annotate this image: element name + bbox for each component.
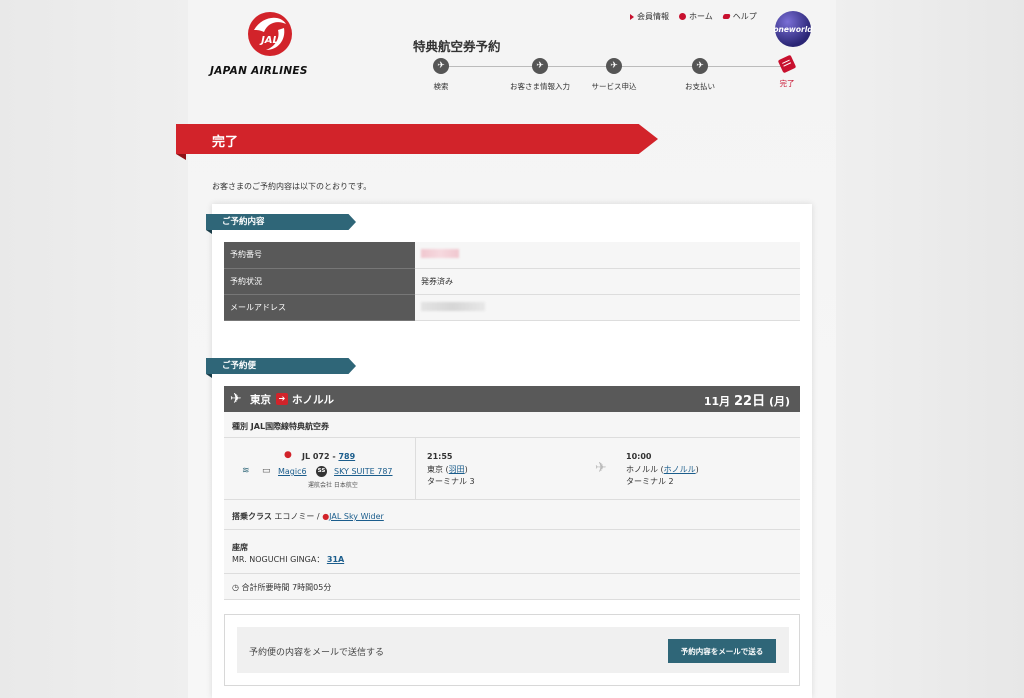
home-icon — [679, 13, 686, 20]
logo-mark: JAL — [259, 35, 279, 46]
duration: 合計所要時間 7時間05分 — [241, 583, 332, 592]
home-link[interactable]: ホーム — [679, 11, 713, 22]
ticket-icon — [777, 54, 797, 74]
triangle-icon — [630, 13, 634, 20]
redacted-value — [421, 249, 459, 259]
reservation-number-value — [415, 242, 800, 269]
step-service: ✈ サービス申込 — [574, 56, 654, 92]
row-key: 予約状況 — [224, 268, 415, 295]
departure-terminal: ターミナル 3 — [427, 477, 475, 486]
flight-details: 種別 JAL国際線特典航空券 ● JL 072 - 789 ≋ ▭ Magic6… — [224, 412, 800, 600]
arrival-city: ホノルル (ホノルル) — [626, 465, 699, 474]
jal-logo[interactable]: JAL JAPAN AIRLINES — [210, 10, 330, 77]
mail-section: 予約便の内容をメールで送信する 予約内容をメールで送る — [224, 614, 800, 686]
flight-section-title: ご予約便 — [206, 358, 356, 374]
departure-time: 21:55 — [427, 452, 453, 461]
arrival-airport-link[interactable]: ホノルル — [664, 465, 696, 474]
reservation-table: 予約番号 予約状況 発券済み メールアドレス — [224, 242, 800, 321]
arrival-time: 10:00 — [626, 452, 652, 461]
row-key: 予約番号 — [224, 242, 415, 269]
row-key: メールアドレス — [224, 294, 415, 321]
aircraft-link[interactable]: 789 — [338, 452, 355, 461]
mail-description: 予約便の内容をメールで送信する — [249, 648, 385, 658]
arrival-terminal: ターミナル 2 — [626, 477, 674, 486]
status-value: 発券済み — [415, 268, 800, 295]
plane-icon: ✈ — [433, 58, 449, 74]
monitor-icon: ▭ — [262, 466, 271, 476]
step-payment: ✈ お支払い — [660, 56, 740, 92]
flight-number: JL 072 - 789 — [302, 452, 356, 461]
seat-badge-icon: SS — [316, 466, 327, 477]
banner-title: 完了 — [212, 135, 239, 150]
seat-label: 座席 — [232, 543, 248, 552]
clock-icon: ◷ — [232, 583, 239, 592]
plane-icon: ✈ — [595, 460, 607, 476]
intro-text: お客さまのご予約内容は以下のとおりです。 — [212, 182, 372, 191]
wifi-link[interactable]: Magic6 — [278, 467, 307, 476]
fare-type-row: 種別 JAL国際線特典航空券 — [224, 412, 800, 438]
crane-logo-icon: JAL — [248, 12, 292, 56]
email-value — [415, 294, 800, 321]
seat-row: 座席 MR. NOGUCHI GINGA： 31A — [224, 530, 800, 574]
origin-city: 東京 — [250, 394, 271, 406]
step-customer-info: ✈ お客さま情報入力 — [500, 56, 580, 92]
arrow-right-icon: ➔ — [276, 393, 288, 405]
redacted-value — [421, 301, 485, 311]
step-search: ✈ 検索 — [401, 56, 481, 92]
plane-icon: ✈ — [606, 58, 622, 74]
help-icon — [722, 14, 731, 19]
plane-icon: ✈ — [692, 58, 708, 74]
route-bar: ✈ 東京 ➔ ホノルル 11月 22日 (月) — [224, 386, 800, 412]
table-row: 予約状況 発券済み — [224, 268, 800, 295]
wifi-icon: ≋ — [242, 466, 250, 476]
segment-row: ● JL 072 - 789 ≋ ▭ Magic6 SS SKY SUITE 7… — [224, 438, 800, 500]
operator: 運航会社 日本航空 — [308, 482, 358, 489]
send-email-button[interactable]: 予約内容をメールで送る — [668, 639, 776, 663]
progress-steps: ✈ 検索 ✈ お客さま情報入力 ✈ サービス申込 ✈ お支払い 完了 — [420, 54, 820, 96]
help-link[interactable]: ヘルプ — [722, 11, 757, 22]
logo-text: JAPAN AIRLINES — [210, 65, 308, 77]
complete-banner: 完了 — [176, 124, 666, 160]
plane-icon: ✈ — [532, 58, 548, 74]
page-title: 特典航空券予約 — [413, 39, 501, 54]
table-row: 予約番号 — [224, 242, 800, 269]
step-complete: 完了 — [747, 54, 827, 89]
passenger-seat: MR. NOGUCHI GINGA： 31A — [232, 555, 345, 564]
departure-city: 東京 (羽田) — [427, 465, 468, 474]
table-row: メールアドレス — [224, 294, 800, 321]
seat-link[interactable]: 31A — [327, 555, 344, 564]
oneworld-logo[interactable]: oneworld — [773, 11, 813, 47]
class-row: 搭乗クラス エコノミー / ●JAL Sky Wider — [224, 500, 800, 530]
duration-row: ◷ 合計所要時間 7時間05分 — [224, 574, 800, 600]
plane-icon: ✈ — [230, 391, 242, 407]
seat-product-link[interactable]: SKY SUITE 787 — [334, 467, 393, 476]
member-info-link[interactable]: 会員情報 — [630, 11, 669, 22]
reservation-section-title: ご予約内容 — [206, 214, 356, 230]
destination-city: ホノルル — [292, 394, 334, 406]
jal-crane-small-icon: ● — [284, 450, 292, 460]
top-links: 会員情報 ホーム ヘルプ — [630, 11, 757, 22]
flight-date: 11月 22日 (月) — [703, 394, 790, 409]
sky-wider-link[interactable]: JAL Sky Wider — [329, 512, 384, 521]
departure-airport-link[interactable]: 羽田 — [449, 465, 465, 474]
